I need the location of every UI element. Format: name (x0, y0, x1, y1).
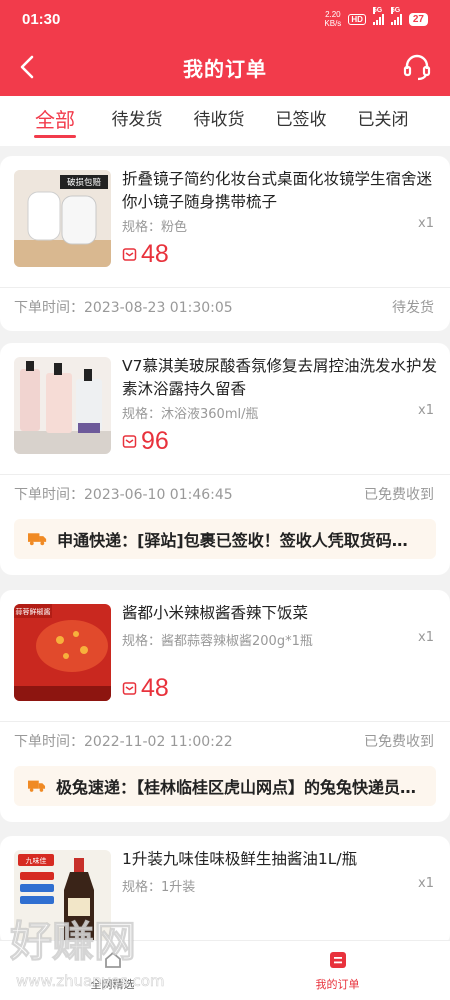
price-value: 96 (141, 427, 169, 455)
product-qty: x1 (418, 630, 434, 645)
tab-all[interactable]: 全部 (14, 96, 96, 146)
signal-icon: 5G (372, 7, 384, 25)
customer-service-icon[interactable] (402, 52, 432, 82)
product-name: 酱都小米辣椒酱香辣下饭菜 (122, 604, 309, 622)
watermark-logo: 好赚网 www.zhuanyes.com (10, 917, 165, 991)
app-header: 我的订单 (0, 38, 450, 96)
nav-label: 我的订单 (315, 977, 360, 991)
product-name: V7慕淇美玻尿酸香氛修复去屑控油洗发水护发素沐浴露持久留香 (122, 357, 437, 398)
product-name: 折叠镜子简约化妆台式桌面化妆镜学生宿舍迷你小镜子随身携带梳子 (122, 170, 433, 211)
watermark-title: 好赚网 (10, 917, 136, 966)
tab-received[interactable]: 已签收 (260, 96, 342, 146)
tab-to-receive[interactable]: 待收货 (178, 96, 260, 146)
order-card[interactable]: V7慕淇美玻尿酸香氛修复去屑控油洗发水护发素沐浴露持久留香 规格：沐浴液360m… (0, 343, 450, 575)
status-bar: 01:30 2.20 KB/s HD 5G 5G 27 (0, 0, 450, 38)
product-qty: x1 (418, 216, 434, 231)
page-title: 我的订单 (183, 56, 267, 81)
divider (0, 474, 450, 475)
price-value: 48 (141, 240, 169, 268)
battery-icon: 27 (408, 12, 428, 26)
signal-icon: 5G (390, 7, 402, 25)
order-time: 下单时间：2023-08-23 01:30:05 (14, 300, 233, 316)
thumb-badge: 蒜蓉鲜椒酱 (16, 607, 51, 616)
tab-to-ship[interactable]: 待发货 (96, 96, 178, 146)
divider (0, 287, 450, 288)
product-spec: 规格：1升装 (122, 880, 196, 895)
thumb-badge: 破损包赔 (67, 177, 102, 188)
orders-icon (329, 951, 346, 968)
net-speed: 2.20 KB/s (324, 10, 342, 28)
coupon-icon (122, 682, 137, 695)
tracking-text: 极兔速递：【桂林临桂区虎山网点】的兔兔快递员正在派件 (55, 778, 422, 797)
order-card[interactable]: 蒜蓉鲜椒酱 酱都小米辣椒酱香辣下饭菜 规格：酱都蒜蓉辣椒酱200g*1瓶 x1 … (0, 590, 450, 822)
price: 96 (122, 427, 169, 456)
order-card[interactable]: 破损包赔 折叠镜子简约化妆台式桌面化妆镜学生宿舍迷你小镜子随身携带梳子 规格：粉… (0, 156, 450, 331)
price: 48 (122, 240, 169, 269)
nav-my-orders[interactable]: 我的订单 (225, 941, 450, 1000)
order-status: 已免费收到 (364, 487, 434, 503)
product-qty: x1 (418, 403, 434, 418)
mirror-image: 破损包赔 (14, 170, 111, 267)
status-icons: 2.20 KB/s HD 5G 5G 27 (324, 7, 428, 28)
coupon-icon (122, 248, 137, 261)
clock: 01:30 (22, 10, 61, 28)
order-time: 下单时间：2023-06-10 01:46:45 (14, 487, 233, 503)
tab-closed[interactable]: 已关闭 (342, 96, 424, 146)
tracking-info[interactable]: 申通快递：[驿站]包裹已签收！签收人凭取货码签收。 (14, 519, 436, 559)
order-status: 已免费收到 (364, 734, 434, 750)
shampoo-image (14, 357, 111, 454)
product-name: 1升装九味佳味极鲜生抽酱油1L/瓶 (122, 850, 358, 868)
truck-icon (28, 533, 47, 546)
watermark-url: www.zhuanyes.com (16, 972, 165, 990)
coupon-icon (122, 435, 137, 448)
price: 48 (122, 674, 169, 703)
order-tabs: 全部 待发货 待收货 已签收 已关闭 (0, 96, 450, 146)
truck-icon (28, 780, 46, 792)
back-arrow-icon[interactable] (14, 52, 42, 82)
product-spec: 规格：粉色 (122, 220, 188, 235)
product-spec: 规格：酱都蒜蓉辣椒酱200g*1瓶 (122, 634, 313, 649)
product-spec: 规格：沐浴液360ml/瓶 (122, 407, 259, 422)
tracking-info[interactable]: 极兔速递：【桂林临桂区虎山网点】的兔兔快递员正在派件 (14, 766, 436, 806)
order-time: 下单时间：2022-11-02 11:00:22 (14, 734, 233, 750)
chili-sauce-image: 蒜蓉鲜椒酱 (14, 604, 111, 701)
order-status: 待发货 (392, 300, 434, 316)
thumb-badge: 九味佳 (26, 856, 47, 865)
tracking-text: 申通快递：[驿站]包裹已签收！签收人凭取货码签收。 (57, 531, 422, 550)
product-image[interactable] (14, 357, 111, 454)
divider (0, 721, 450, 722)
product-qty: x1 (418, 876, 434, 891)
price-value: 48 (141, 674, 169, 702)
product-image[interactable]: 破损包赔 (14, 170, 111, 267)
product-image[interactable]: 蒜蓉鲜椒酱 (14, 604, 111, 701)
hd-icon: HD (348, 13, 366, 25)
